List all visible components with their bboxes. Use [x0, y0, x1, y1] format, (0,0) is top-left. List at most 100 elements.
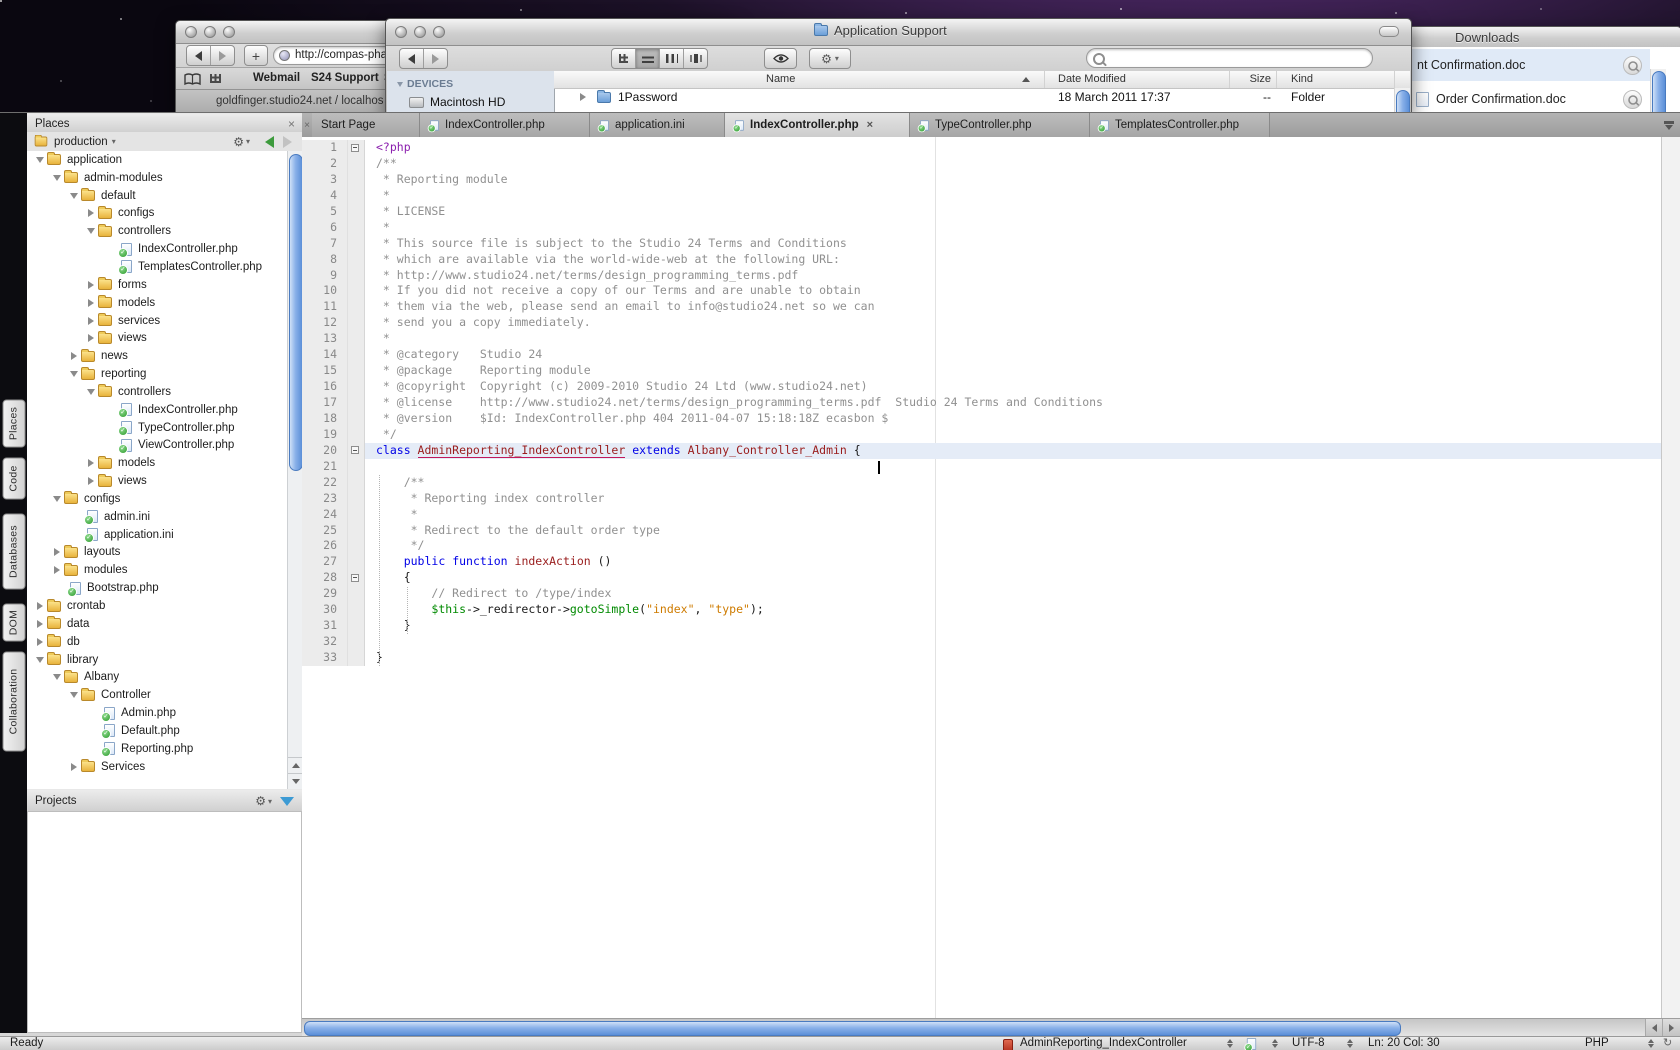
code-line[interactable]: 4 * [302, 188, 1662, 204]
editor-tab[interactable]: ✓application.ini [590, 113, 725, 137]
close-window-button[interactable] [185, 26, 197, 38]
close-tab-icon[interactable]: × [867, 119, 873, 131]
code-line[interactable]: 29 // Redirect to /type/index [302, 586, 1662, 602]
finder-scroll-thumb[interactable] [1396, 90, 1410, 113]
tree-item[interactable]: ✓admin.ini [27, 508, 287, 526]
code-line[interactable]: 21 [302, 459, 1662, 475]
top-sites-icon[interactable] [210, 74, 221, 83]
reveal-in-finder-button[interactable] [1623, 90, 1642, 109]
list-view-button[interactable] [636, 49, 660, 68]
side-tab-places[interactable]: Places [2, 399, 25, 447]
code-line[interactable]: 12 * send you a copy immediately. [302, 315, 1662, 331]
code-line[interactable]: 30 $this->_redirector->gotoSimple("index… [302, 602, 1662, 618]
finder-titlebar[interactable]: Application Support [386, 19, 1411, 46]
new-tab-button[interactable]: + [244, 45, 268, 66]
tree-item[interactable]: modules [27, 561, 287, 579]
tree-item[interactable]: views [27, 472, 287, 490]
collapse-icon[interactable] [70, 371, 78, 377]
back-button[interactable] [400, 49, 424, 68]
expand-icon[interactable] [88, 299, 94, 307]
code-line[interactable]: 32 [302, 634, 1662, 650]
browser-tab[interactable]: goldfinger.studio24.net / localhos [216, 95, 384, 107]
action-menu-button[interactable]: ⚙▾ [809, 48, 851, 69]
tab-overflow-icon[interactable] [1658, 113, 1680, 137]
tree-item[interactable]: views [27, 329, 287, 347]
collapse-icon[interactable] [53, 496, 61, 502]
column-header-name[interactable]: Name [766, 73, 795, 85]
code-line[interactable]: 33} [302, 650, 1662, 666]
bookmark-item[interactable]: Webmail [253, 72, 300, 84]
browser-window-controls[interactable] [185, 26, 235, 38]
expand-icon[interactable] [88, 281, 94, 289]
tree-item[interactable]: services [27, 312, 287, 330]
tree-item[interactable]: reporting [27, 365, 287, 383]
tree-scrollbar[interactable] [287, 151, 303, 789]
editor-tab[interactable]: Start Page [312, 113, 420, 137]
code-line[interactable]: 25 * Redirect to the default order type [302, 523, 1662, 539]
disclosure-icon[interactable] [580, 93, 586, 101]
code-line[interactable]: 3 * Reporting module [302, 172, 1662, 188]
code-line[interactable]: 31 } [302, 618, 1662, 634]
zoom-window-button[interactable] [223, 26, 235, 38]
collapse-icon[interactable] [36, 157, 44, 163]
code-line[interactable]: 2/** [302, 156, 1662, 172]
code-line[interactable]: 17 * @license http://www.studio24.net/te… [302, 395, 1662, 411]
stepper-icon[interactable] [1648, 1039, 1654, 1050]
stepper-icon[interactable] [1347, 1039, 1353, 1050]
code-line[interactable]: 23 * Reporting index controller [302, 491, 1662, 507]
tree-item[interactable]: ✓TypeController.php [27, 419, 287, 437]
history-forward-button[interactable] [283, 136, 292, 148]
bookmark-item[interactable]: S24 Support [311, 72, 379, 84]
tree-item[interactable]: db [27, 633, 287, 651]
tree-item[interactable]: default [27, 187, 287, 205]
column-header-date[interactable]: Date Modified [1058, 73, 1126, 85]
history-back-button[interactable] [265, 136, 274, 148]
fold-toggle-icon[interactable] [351, 446, 359, 454]
sidebar-item-macintosh-hd[interactable]: Macintosh HD [409, 95, 505, 109]
tree-item[interactable]: library [27, 651, 287, 669]
code-line[interactable]: 26 */ [302, 538, 1662, 554]
expand-icon[interactable] [37, 602, 43, 610]
side-tab-collaboration[interactable]: Collaboration [2, 651, 25, 751]
code-line[interactable]: 1<?php [302, 140, 1662, 156]
tree-item[interactable]: news [27, 347, 287, 365]
tree-item[interactable]: layouts [27, 544, 287, 562]
code-line[interactable]: 11 * them via the web, please send an em… [302, 299, 1662, 315]
expand-icon[interactable] [37, 620, 43, 628]
stepper-icon[interactable] [1227, 1039, 1233, 1050]
places-settings-button[interactable]: ⚙▾ [233, 136, 250, 148]
coverflow-view-button[interactable] [684, 49, 707, 68]
close-window-button[interactable] [395, 26, 407, 38]
devices-section[interactable]: DEVICES [397, 78, 453, 90]
quicklook-button[interactable] [764, 48, 797, 69]
code-line[interactable]: 28 { [302, 570, 1662, 586]
tree-item[interactable]: Albany [27, 668, 287, 686]
tree-scroll-thumb[interactable] [289, 154, 303, 471]
disclosure-icon[interactable] [397, 82, 403, 87]
expand-icon[interactable] [88, 334, 94, 342]
tree-item[interactable]: Controller [27, 686, 287, 704]
tree-item[interactable]: configs [27, 205, 287, 223]
expand-icon[interactable] [88, 209, 94, 217]
downloads-scrollbar[interactable] [1650, 69, 1666, 113]
side-tab-dom[interactable]: DOM [2, 603, 25, 641]
back-button[interactable] [187, 46, 211, 65]
code-line[interactable]: 7 * This source file is subject to the S… [302, 236, 1662, 252]
collapse-icon[interactable] [53, 674, 61, 680]
scroll-left-button[interactable] [1645, 1019, 1663, 1037]
search-field[interactable] [1086, 48, 1373, 68]
expand-icon[interactable] [54, 548, 60, 556]
view-mode-control[interactable] [611, 48, 708, 69]
scroll-right-button[interactable] [1662, 1019, 1680, 1037]
code-line[interactable]: 10 * If you did not receive a copy of ou… [302, 283, 1662, 299]
code-line[interactable]: 16 * @copyright Copyright (c) 2009-2010 … [302, 379, 1662, 395]
expand-icon[interactable] [88, 317, 94, 325]
code-line[interactable]: 9 * http://www.studio24.net/terms/design… [302, 268, 1662, 284]
status-class-name[interactable]: AdminReporting_IndexController [1020, 1037, 1187, 1050]
expand-icon[interactable] [37, 638, 43, 646]
tabbar-close-button[interactable]: × [302, 113, 312, 137]
tree-item[interactable]: ✓IndexController.php [27, 240, 287, 258]
refresh-icon[interactable]: ↻ [1663, 1037, 1672, 1050]
code-line[interactable]: 5 * LICENSE [302, 204, 1662, 220]
finder-scrollbar[interactable] [1394, 88, 1410, 113]
